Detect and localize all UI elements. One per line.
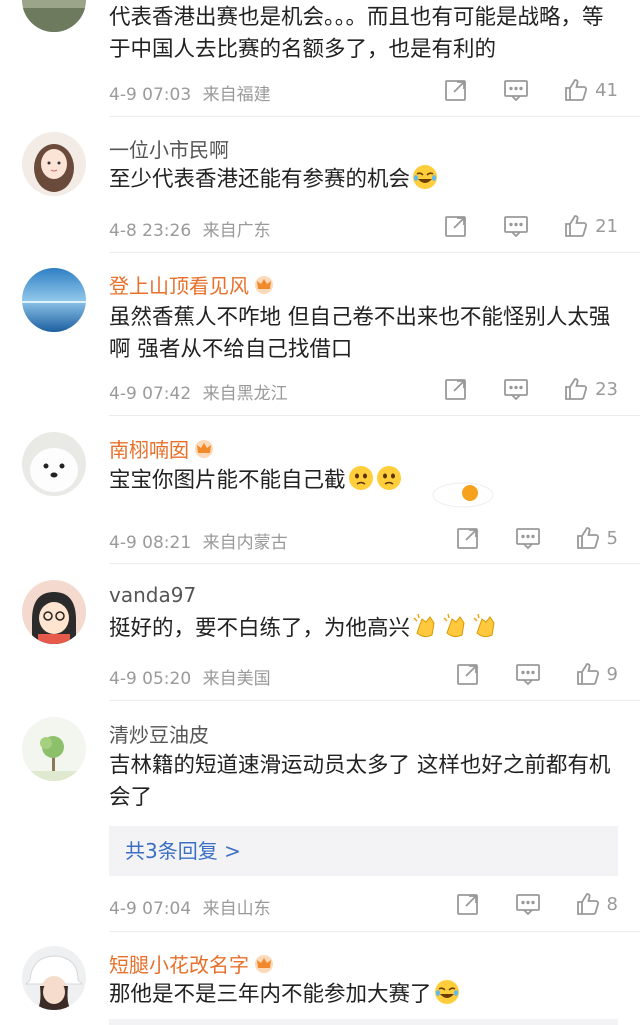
like-count: 23	[595, 378, 618, 400]
comment-time: 4-9 07:04	[109, 899, 192, 919]
comment-location: 来自内蒙古	[202, 533, 288, 553]
sad-emoji-icon	[376, 465, 402, 501]
comment-text-body: 至少代表香港还能有参赛的机会	[109, 167, 411, 192]
commenter-name-text: 南栩喃囡	[109, 438, 189, 462]
like-count: 41	[595, 79, 618, 101]
crown-icon	[253, 954, 275, 979]
comment-actions: 8	[421, 891, 618, 917]
commenter-name[interactable]: 一位小市民啊	[109, 134, 229, 163]
comment-actions: 9	[421, 661, 618, 687]
comment-meta: 4-9 07:42 来自黑龙江	[109, 379, 288, 404]
share-icon[interactable]	[455, 525, 481, 551]
share-icon[interactable]	[443, 213, 469, 239]
divider	[109, 563, 640, 564]
comment-text: 至少代表香港还能有参赛的机会	[109, 164, 624, 200]
sad-emoji-icon	[348, 465, 374, 501]
comment-location: 来自山东	[202, 899, 271, 919]
commenter-name-text: 短腿小花改名字	[109, 953, 249, 977]
comment-meta: 4-9 08:21 来自内蒙古	[109, 528, 288, 553]
like-count: 21	[595, 215, 618, 237]
avatar[interactable]	[22, 132, 86, 196]
comment-icon[interactable]	[515, 891, 541, 917]
comment-text: 那他是不是三年内不能参加大赛了	[109, 979, 624, 1015]
avatar[interactable]	[22, 946, 86, 1010]
commenter-name[interactable]: 清炒豆油皮	[109, 719, 209, 748]
comment-text: 吉林籍的短道速滑运动员太多了 这样也好之前都有机会了	[109, 753, 611, 810]
share-icon[interactable]	[455, 891, 481, 917]
comment-icon[interactable]	[503, 376, 529, 402]
clap-emoji-icon	[412, 613, 440, 649]
reply-preview-box	[109, 1019, 618, 1025]
comment-text: 挺好的，要不白练了，为他高兴	[109, 613, 624, 649]
comment-text-body: 那他是不是三年内不能参加大赛了	[109, 982, 432, 1007]
commenter-name[interactable]: 登上山顶看见风	[109, 270, 275, 300]
like-icon[interactable]	[575, 891, 601, 917]
comment-actions: 41	[409, 77, 618, 103]
like-count: 9	[606, 663, 618, 685]
comment-text: 代表香港出赛也是机会。。。而且也有可能是战略，等于中国人去比赛的名额多了，也是有…	[109, 5, 604, 62]
crown-icon	[253, 275, 275, 300]
comment-actions: 5	[421, 525, 618, 551]
comment-meta: 4-9 05:20 来自美国	[109, 664, 271, 689]
comment-time: 4-9 05:20	[109, 669, 192, 689]
like-icon[interactable]	[563, 213, 589, 239]
laugh-cry-emoji-icon	[412, 164, 438, 200]
comment-meta: 4-9 07:04 来自山东	[109, 894, 271, 919]
divider	[109, 700, 640, 701]
comment-location: 来自福建	[202, 85, 271, 105]
fried-egg-sticker-icon	[430, 476, 496, 514]
divider	[109, 116, 640, 117]
comment-time: 4-9 07:42	[109, 384, 192, 404]
divider	[109, 252, 640, 253]
view-replies-button[interactable]: 共3条回复 >	[109, 826, 618, 876]
clap-emoji-icon	[472, 613, 500, 649]
comment-location: 来自黑龙江	[202, 384, 288, 404]
comment-icon[interactable]	[515, 661, 541, 687]
laugh-cry-emoji-icon	[434, 979, 460, 1015]
share-icon[interactable]	[455, 661, 481, 687]
commenter-name[interactable]: 南栩喃囡	[109, 434, 215, 464]
avatar[interactable]	[22, 268, 86, 332]
share-icon[interactable]	[443, 376, 469, 402]
like-count: 5	[606, 527, 618, 549]
comment-time: 4-9 08:21	[109, 533, 192, 553]
clap-emoji-icon	[442, 613, 470, 649]
comment-text: 虽然香蕉人不咋地 但自己卷不出来也不能怪别人太强啊 强者从不给自己找借口	[109, 305, 611, 362]
comment-location: 来自广东	[202, 221, 271, 241]
comment-meta: 4-8 23:26 来自广东	[109, 216, 271, 241]
comment-time: 4-9 07:03	[109, 85, 192, 105]
comment-text-body: 挺好的，要不白练了，为他高兴	[109, 616, 411, 641]
like-icon[interactable]	[563, 77, 589, 103]
divider	[109, 415, 640, 416]
comment-meta: 4-9 07:03 来自福建	[109, 80, 271, 105]
like-count: 8	[606, 893, 618, 915]
comment-text: 宝宝你图片能不能自己截	[109, 465, 624, 501]
avatar[interactable]	[22, 0, 86, 32]
comment-icon[interactable]	[503, 77, 529, 103]
like-icon[interactable]	[563, 376, 589, 402]
like-icon[interactable]	[575, 661, 601, 687]
comment-time: 4-8 23:26	[109, 221, 192, 241]
avatar[interactable]	[22, 432, 86, 496]
comment-actions: 23	[409, 376, 618, 402]
divider	[109, 931, 640, 932]
comment-icon[interactable]	[503, 213, 529, 239]
commenter-name[interactable]: vanda97	[109, 583, 196, 607]
share-icon[interactable]	[443, 77, 469, 103]
avatar[interactable]	[22, 717, 86, 781]
comment-icon[interactable]	[515, 525, 541, 551]
like-icon[interactable]	[575, 525, 601, 551]
comment-text-body: 宝宝你图片能不能自己截	[109, 468, 346, 493]
commenter-name-text: 登上山顶看见风	[109, 274, 249, 298]
crown-icon	[193, 439, 215, 464]
commenter-name[interactable]: 短腿小花改名字	[109, 949, 275, 979]
avatar[interactable]	[22, 580, 86, 644]
comment-location: 来自美国	[202, 669, 271, 689]
comment-actions: 21	[409, 213, 618, 239]
